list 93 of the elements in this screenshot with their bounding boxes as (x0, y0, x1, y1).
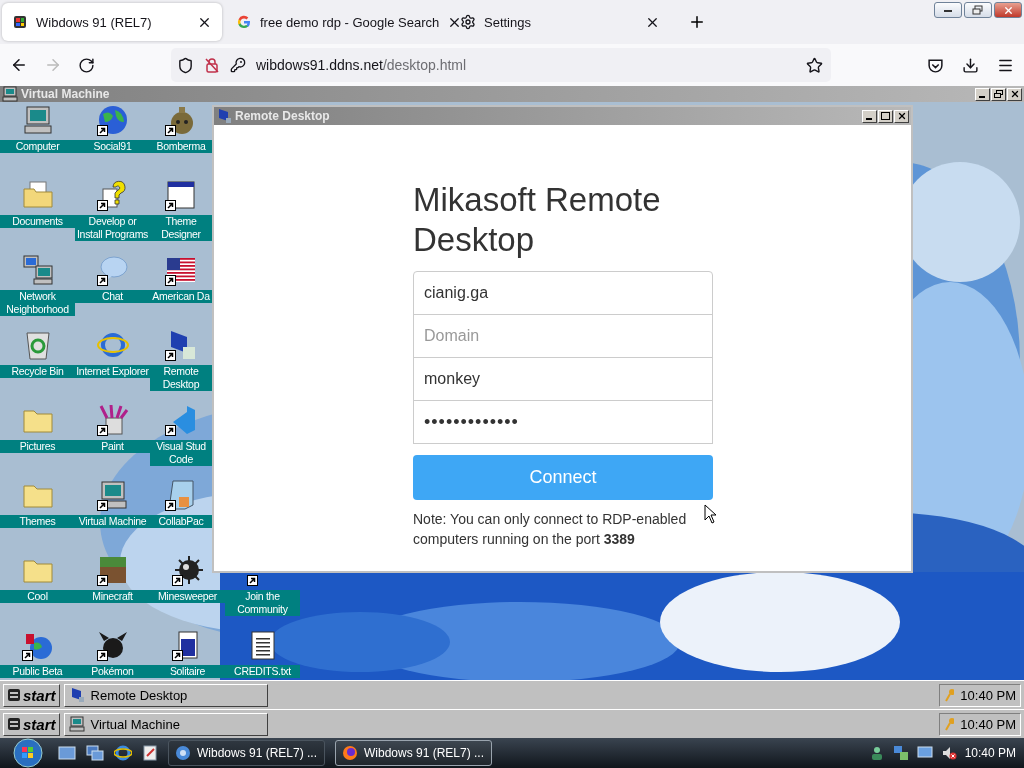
desktop-icon-label[interactable]: Social91 (75, 140, 150, 153)
start-button[interactable]: start (3, 712, 60, 736)
crossed-lock-icon (204, 57, 220, 73)
taskbar-button[interactable]: Virtual Machine (63, 712, 268, 736)
input-field[interactable]: ••••••••••••• (413, 400, 713, 444)
desktop-icon-label[interactable]: Virtual Machine (75, 515, 150, 528)
dark-creature-icon (96, 629, 129, 661)
close-icon (1002, 4, 1014, 16)
back-icon[interactable] (10, 56, 28, 74)
network-computers-icon (21, 254, 54, 286)
maximize-button[interactable] (878, 109, 893, 123)
shield-icon (177, 56, 194, 74)
tab-title: Wibdows 91 (REL7) (36, 14, 153, 30)
window-title: Virtual Machine (21, 87, 110, 101)
notepad-icon[interactable] (142, 744, 158, 762)
note-text: Note: You can only connect to RDP-enabled computers running on the port 3389 (413, 510, 688, 549)
browser-tab[interactable]: Wibdows 91 (REL7) (2, 3, 222, 41)
settings-icon (460, 14, 476, 30)
new-tab-icon[interactable] (688, 13, 706, 31)
desktop-icon-label[interactable]: Bomberma (150, 140, 212, 153)
flag-logo-icon (12, 14, 28, 30)
taskbar-button[interactable]: Wibdows 91 (REL7) ... (168, 740, 325, 766)
minimize-icon (943, 7, 953, 13)
desktop-icon-label[interactable]: Theme Designer (150, 215, 212, 241)
muted-speaker-icon[interactable] (940, 745, 957, 761)
network-icon[interactable] (892, 745, 909, 761)
remote-desktop-icon (216, 108, 232, 124)
start-logo-icon (7, 688, 21, 702)
key-icon (944, 688, 955, 702)
restore-icon (994, 90, 1003, 98)
key-icon (944, 717, 955, 731)
browser-tab[interactable]: Settings (450, 3, 670, 41)
minimize-button[interactable] (934, 2, 962, 18)
pocket-icon[interactable] (927, 56, 944, 74)
desktop-icon-label[interactable]: Visual Stud Code (150, 440, 212, 466)
desktop-icon-label[interactable]: Internet Explorer (75, 365, 150, 378)
desktop-icon-label[interactable]: Computer (0, 140, 75, 153)
window-title: Remote Desktop (235, 109, 330, 123)
address-field[interactable]: wibdows91.ddns.net/desktop.html (171, 48, 831, 82)
desktop-icon-label[interactable]: Themes (0, 515, 75, 528)
tab-title: free demo rdp - Google Search (260, 14, 440, 30)
desktop-icon-label[interactable]: Documents (0, 215, 75, 228)
desktop-icon-label[interactable]: Pictures (0, 440, 75, 453)
desktop-icon-label[interactable]: Chat (75, 290, 150, 303)
clock-text: 10:40 PM (960, 687, 1016, 703)
input-field[interactable]: monkey (413, 357, 713, 401)
computer-icon (21, 104, 54, 136)
tab-title: Settings (484, 14, 532, 30)
window-icon (165, 179, 197, 211)
folder-with-papers-icon (21, 179, 54, 211)
desktop-icon-label[interactable]: Join the Community (225, 590, 300, 616)
start-logo-icon (7, 717, 21, 731)
switch-windows-icon[interactable] (86, 745, 104, 761)
desktop-icon-label[interactable]: Cool (0, 590, 75, 603)
desktop-icon-label[interactable]: CREDITS.txt (225, 665, 300, 678)
page-heading: Mikasoft Remote Desktop (413, 180, 662, 260)
desktop-icon-label[interactable]: Solitaire (150, 665, 225, 678)
desktop-icon-label[interactable]: Recycle Bin (0, 365, 75, 378)
computer-icon (68, 716, 85, 732)
desktop-icon-label[interactable]: Public Beta (0, 665, 75, 678)
desktop-icon-label[interactable]: Pokémon (75, 665, 150, 678)
monitor-icon[interactable] (916, 745, 933, 761)
google-icon (236, 14, 252, 30)
taskbar-button[interactable]: Wibdows 91 (REL7) ... (335, 740, 492, 766)
clock-text: 10:40 PM (960, 716, 1016, 732)
input-field[interactable]: cianig.ga (413, 271, 713, 315)
e-logo-icon[interactable] (114, 744, 132, 762)
address-text: wibdows91.ddns.net/desktop.html (256, 57, 468, 73)
start-button[interactable]: start (3, 683, 60, 707)
desktop-icon-label[interactable]: CollabPac (150, 515, 212, 528)
firefox-icon (342, 745, 358, 761)
computer-icon (2, 86, 18, 102)
restore-icon (972, 5, 984, 15)
show-desktop-icon[interactable] (58, 745, 76, 761)
desktop-icon-label[interactable]: Minesweeper (150, 590, 225, 603)
bookmark-star-icon[interactable] (806, 56, 823, 74)
maximize-icon (881, 112, 890, 120)
desktop-icon-label[interactable]: Remote Desktop (150, 365, 212, 391)
reload-icon[interactable] (78, 56, 95, 74)
input-field[interactable]: Domain (413, 314, 713, 358)
desktop-icon-label[interactable]: Network Neighborhood (0, 290, 75, 316)
desktop-icon-label[interactable]: Develop or Install Programs (75, 215, 150, 241)
taskbar-button[interactable]: Remote Desktop (63, 683, 268, 707)
mouse-cursor-icon (704, 504, 718, 524)
browser-icon (175, 745, 191, 761)
download-icon[interactable] (962, 56, 979, 74)
desktop-icon-label[interactable]: Minecraft (75, 590, 150, 603)
desktop-icon-label[interactable]: American Da (150, 290, 212, 303)
connect-button[interactable]: Connect (413, 455, 713, 500)
key-icon (230, 57, 246, 73)
desktop-icon-label[interactable]: Paint (75, 440, 150, 453)
clock-text: 10:40 PM (964, 746, 1016, 760)
browser-tab[interactable]: free demo rdp - Google Search (226, 3, 446, 41)
